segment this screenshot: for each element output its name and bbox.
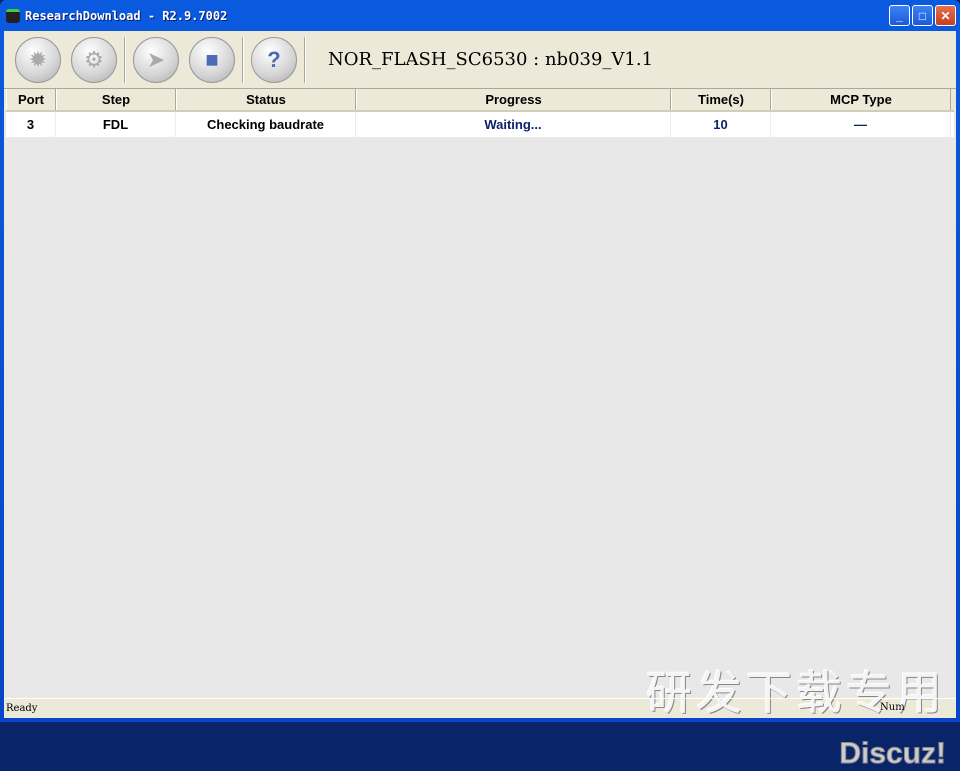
- stop-icon: ■: [205, 46, 219, 72]
- column-header-port[interactable]: Port: [6, 89, 56, 110]
- gears-icon: ⚙: [84, 46, 104, 72]
- close-button[interactable]: ✕: [935, 5, 956, 26]
- column-header-status[interactable]: Status: [176, 89, 356, 110]
- start-button[interactable]: ➤: [133, 36, 179, 83]
- cell-time: 10: [671, 112, 771, 137]
- gear-icon: ✹: [28, 46, 48, 72]
- table-row[interactable]: 3 FDL Checking baudrate Waiting... 10 —: [6, 112, 954, 137]
- cell-status: Checking baudrate: [176, 112, 356, 137]
- toolbar: ✹ ⚙ ➤ ■ ? NOR_FLASH_SC6530 : nb039_V1.1: [4, 31, 956, 89]
- cell-mcp-type: —: [771, 112, 951, 137]
- load-packet-button[interactable]: ✹: [15, 36, 61, 83]
- toolbar-separator: [304, 36, 306, 83]
- title-bar[interactable]: ResearchDownload - R2.9.7002 _ □ ✕: [0, 0, 960, 31]
- client-area: ✹ ⚙ ➤ ■ ? NOR_FLASH_SC6530 : nb039_V1.1 …: [4, 31, 956, 771]
- list-header: Port Step Status Progress Time(s) MCP Ty…: [6, 89, 954, 112]
- column-header-step[interactable]: Step: [56, 89, 176, 110]
- project-label: NOR_FLASH_SC6530 : nb039_V1.1: [328, 49, 654, 70]
- app-icon: [6, 8, 20, 23]
- settings-button[interactable]: ⚙: [71, 36, 117, 83]
- cell-port: 3: [6, 112, 56, 137]
- toolbar-separator: [124, 36, 126, 83]
- column-header-time[interactable]: Time(s): [671, 89, 771, 110]
- minimize-button[interactable]: _: [889, 5, 910, 26]
- status-bar: Ready Num: [4, 698, 956, 718]
- port-list[interactable]: Port Step Status Progress Time(s) MCP Ty…: [6, 89, 954, 771]
- play-icon: ➤: [146, 46, 166, 72]
- cell-step: FDL: [56, 112, 176, 137]
- watermark-brand: Discuz!: [839, 737, 947, 771]
- toolbar-separator: [242, 36, 244, 83]
- maximize-button[interactable]: □: [912, 5, 933, 26]
- help-button[interactable]: ?: [251, 36, 297, 83]
- main-window: ResearchDownload - R2.9.7002 _ □ ✕ ✹ ⚙ ➤…: [0, 0, 960, 771]
- question-icon: ?: [267, 46, 281, 72]
- column-header-mcp-type[interactable]: MCP Type: [771, 89, 951, 110]
- num-lock-indicator: Num: [880, 702, 905, 713]
- status-text: Ready: [6, 703, 38, 714]
- stop-button[interactable]: ■: [189, 36, 235, 83]
- column-header-progress[interactable]: Progress: [356, 89, 671, 110]
- cell-progress: Waiting...: [356, 112, 671, 137]
- window-title: ResearchDownload - R2.9.7002: [25, 8, 228, 23]
